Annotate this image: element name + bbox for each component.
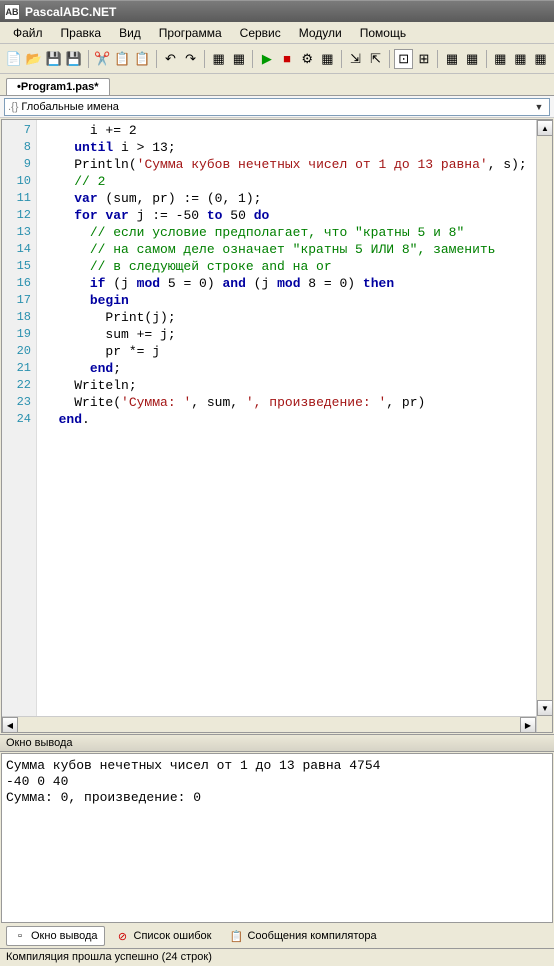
separator	[156, 50, 157, 68]
menubar: Файл Правка Вид Программа Сервис Модули …	[0, 22, 554, 44]
paste-icon[interactable]: 📋	[133, 49, 152, 69]
line-number: 8	[2, 139, 36, 156]
toolbar-icon[interactable]: ▦	[531, 49, 550, 69]
output-line: Сумма кубов нечетных чисел от 1 до 13 ра…	[6, 758, 380, 773]
namespace-label: Глобальные имена	[21, 101, 532, 113]
undo-icon[interactable]: ↶	[161, 49, 180, 69]
error-icon: ⊘	[116, 929, 130, 943]
step-over-icon[interactable]: ⇱	[366, 49, 385, 69]
menu-service[interactable]: Сервис	[231, 24, 290, 42]
editor: 7 8 9 10 11 12 13 14 15 16 17 18 19 20 2…	[1, 119, 553, 733]
save-all-icon[interactable]: 💾	[64, 49, 83, 69]
menu-view[interactable]: Вид	[110, 24, 150, 42]
output-panel[interactable]: Сумма кубов нечетных чисел от 1 до 13 ра…	[1, 753, 553, 923]
menu-edit[interactable]: Правка	[52, 24, 111, 42]
line-number: 23	[2, 394, 36, 411]
toolbar-icon[interactable]: ▦	[209, 49, 228, 69]
new-file-icon[interactable]: 📄	[4, 49, 23, 69]
app-icon: AB	[4, 4, 20, 20]
scroll-right-icon[interactable]: ▶	[520, 717, 536, 733]
scroll-left-icon[interactable]: ◀	[2, 717, 18, 733]
toolbar-icon[interactable]: ▦	[511, 49, 530, 69]
tab-label: Окно вывода	[31, 930, 98, 942]
line-number: 24	[2, 411, 36, 428]
tab-label: Список ошибок	[134, 930, 212, 942]
toolbar-icon[interactable]: ▦	[442, 49, 461, 69]
menu-program[interactable]: Программа	[150, 24, 231, 42]
menu-modules[interactable]: Модули	[290, 24, 351, 42]
line-number: 14	[2, 241, 36, 258]
titlebar: AB PascalABC.NET	[0, 0, 554, 22]
output-icon: ▫	[13, 929, 27, 943]
separator	[88, 50, 89, 68]
statusbar: Компиляция прошла успешно (24 строк)	[0, 948, 554, 966]
line-number: 20	[2, 343, 36, 360]
scrollbar-horizontal[interactable]: ◀ ▶	[2, 716, 536, 732]
line-gutter: 7 8 9 10 11 12 13 14 15 16 17 18 19 20 2…	[2, 120, 37, 732]
tab-label: Сообщения компилятора	[247, 930, 376, 942]
toolbar-icon[interactable]: ▦	[318, 49, 337, 69]
separator	[341, 50, 342, 68]
line-number: 18	[2, 309, 36, 326]
cut-icon[interactable]: ✂️	[93, 49, 112, 69]
namespace-row: .{} Глобальные имена ▼	[0, 96, 554, 118]
line-number: 17	[2, 292, 36, 309]
copy-icon[interactable]: 📋	[113, 49, 132, 69]
window-title: PascalABC.NET	[25, 5, 116, 19]
tab-program1[interactable]: •Program1.pas*	[6, 78, 110, 95]
scrollbar-vertical[interactable]: ▲ ▼	[536, 120, 552, 732]
panel-icon[interactable]: ⊞	[414, 49, 433, 69]
scroll-up-icon[interactable]: ▲	[537, 120, 553, 136]
line-number: 13	[2, 224, 36, 241]
separator	[204, 50, 205, 68]
menu-file[interactable]: Файл	[4, 24, 52, 42]
line-number: 21	[2, 360, 36, 377]
separator	[486, 50, 487, 68]
step-into-icon[interactable]: ⇲	[346, 49, 365, 69]
line-number: 19	[2, 326, 36, 343]
tab-output-window[interactable]: ▫ Окно вывода	[6, 926, 105, 946]
line-number: 10	[2, 173, 36, 190]
line-number: 9	[2, 156, 36, 173]
open-file-icon[interactable]: 📂	[24, 49, 43, 69]
chevron-down-icon[interactable]: ▼	[532, 102, 546, 112]
toolbar-icon[interactable]: ▦	[229, 49, 248, 69]
bottom-tabs: ▫ Окно вывода ⊘ Список ошибок 📋 Сообщени…	[0, 924, 554, 948]
menu-help[interactable]: Помощь	[351, 24, 415, 42]
line-number: 12	[2, 207, 36, 224]
save-icon[interactable]: 💾	[44, 49, 63, 69]
code-area[interactable]: i += 2 until i > 13; Println('Сумма кубо…	[37, 120, 552, 732]
toolbar-icon[interactable]: ▦	[491, 49, 510, 69]
output-header: Окно вывода	[0, 734, 554, 752]
line-number: 7	[2, 122, 36, 139]
output-line: -40 0 40	[6, 774, 76, 789]
panel-icon[interactable]: ⊡	[394, 49, 413, 69]
stop-icon[interactable]: ■	[278, 49, 297, 69]
namespace-icon: .{}	[8, 101, 18, 113]
tab-compiler-messages[interactable]: 📋 Сообщения компилятора	[222, 926, 383, 946]
line-number: 11	[2, 190, 36, 207]
line-number: 22	[2, 377, 36, 394]
line-number: 16	[2, 275, 36, 292]
separator	[389, 50, 390, 68]
run-icon[interactable]: ▶	[257, 49, 276, 69]
editor-tabs: •Program1.pas*	[0, 74, 554, 96]
scroll-down-icon[interactable]: ▼	[537, 700, 553, 716]
redo-icon[interactable]: ↷	[181, 49, 200, 69]
separator	[437, 50, 438, 68]
tab-error-list[interactable]: ⊘ Список ошибок	[109, 926, 219, 946]
toolbar: 📄 📂 💾 💾 ✂️ 📋 📋 ↶ ↷ ▦ ▦ ▶ ■ ⚙ ▦ ⇲ ⇱ ⊡ ⊞ ▦…	[0, 44, 554, 74]
separator	[252, 50, 253, 68]
namespace-select[interactable]: .{} Глобальные имена ▼	[4, 98, 550, 116]
messages-icon: 📋	[229, 929, 243, 943]
output-line: Сумма: 0, произведение: 0	[6, 790, 201, 805]
toolbar-icon[interactable]: ▦	[463, 49, 482, 69]
line-number: 15	[2, 258, 36, 275]
compile-icon[interactable]: ⚙	[298, 49, 317, 69]
